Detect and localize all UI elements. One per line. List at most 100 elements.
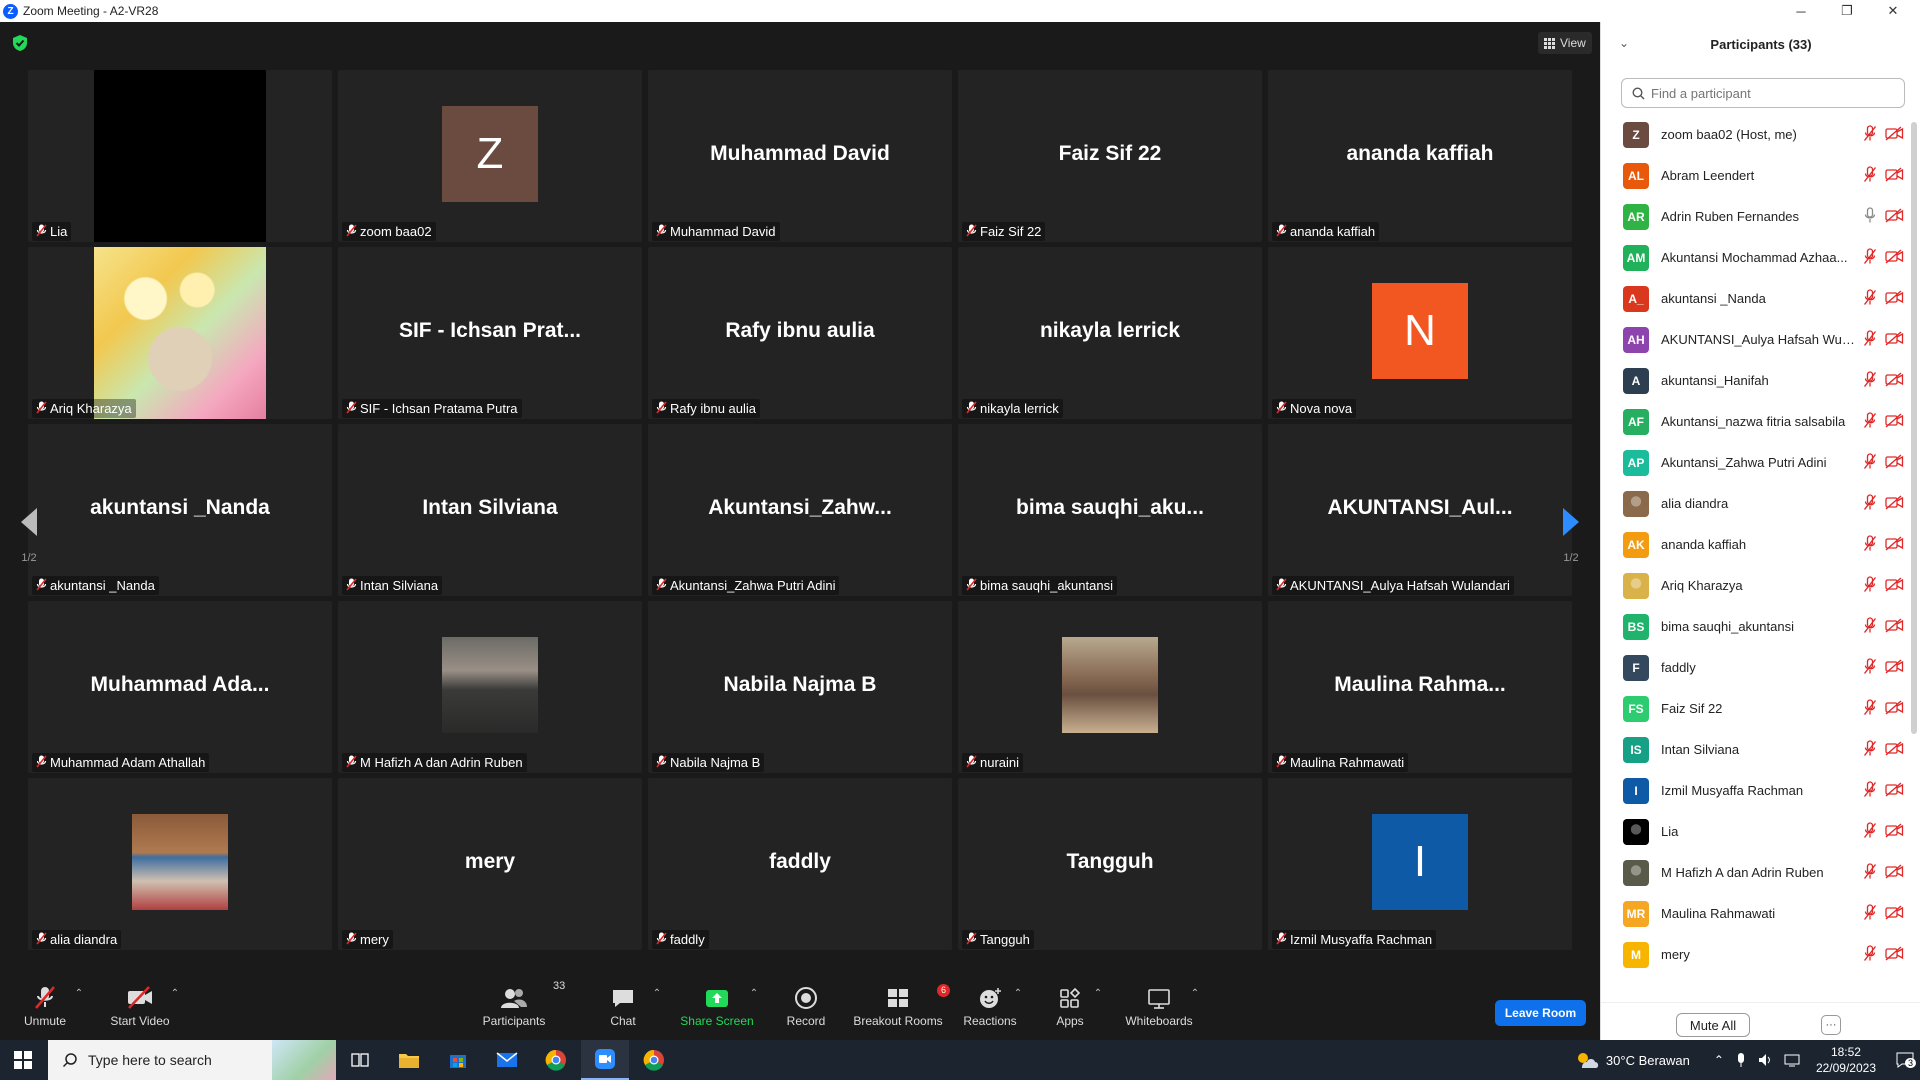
previous-page-button[interactable]: 1/2 [4, 486, 54, 582]
chrome-button[interactable] [532, 1040, 580, 1080]
mic-muted-icon[interactable] [1863, 863, 1877, 885]
video-tile[interactable]: Muhammad David Muhammad David [648, 70, 952, 242]
video-tile[interactable]: mery mery [338, 778, 642, 950]
video-tile[interactable]: Maulina Rahma... Maulina Rahmawati [1268, 601, 1572, 773]
start-video-button[interactable]: Start Video [105, 980, 175, 1040]
notifications-button[interactable]: 3 [1890, 1040, 1920, 1080]
video-tile[interactable]: akuntansi _Nanda akuntansi _Nanda [28, 424, 332, 596]
participant-row[interactable]: Lia [1601, 811, 1913, 852]
mic-muted-icon[interactable] [1863, 658, 1877, 680]
share-options-caret[interactable]: ⌃ [747, 980, 761, 1040]
collapse-panel-icon[interactable]: ⌄ [1619, 36, 1629, 50]
video-off-icon[interactable] [1885, 905, 1904, 925]
video-tile[interactable]: Akuntansi_Zahw... Akuntansi_Zahwa Putri A… [648, 424, 952, 596]
participant-row[interactable]: AM Akuntansi Mochammad Azhaa... [1601, 237, 1913, 278]
chat-options-caret[interactable]: ⌃ [650, 980, 664, 1040]
participant-row[interactable]: M Hafizh A dan Adrin Ruben [1601, 852, 1913, 893]
security-shield-icon[interactable] [12, 34, 28, 52]
video-off-icon[interactable] [1885, 454, 1904, 474]
apps-button[interactable]: Apps [1050, 980, 1090, 1040]
task-view-button[interactable] [336, 1040, 384, 1080]
video-tile[interactable]: nikayla lerrick nikayla lerrick [958, 247, 1262, 419]
mute-all-button[interactable]: Mute All [1676, 1013, 1750, 1037]
participant-row[interactable]: Zzoom baa02 (Host, me) [1601, 114, 1913, 155]
video-tile[interactable]: Lia [28, 70, 332, 242]
file-explorer-button[interactable] [385, 1040, 433, 1080]
video-off-icon[interactable] [1885, 946, 1904, 966]
video-tile[interactable]: Tangguh Tangguh [958, 778, 1262, 950]
mic-muted-icon[interactable] [1863, 617, 1877, 639]
participant-row[interactable]: AF Akuntansi_nazwa fitria salsabila [1601, 401, 1913, 442]
microphone-icon[interactable] [1736, 1052, 1746, 1068]
mic-muted-icon[interactable] [1863, 453, 1877, 475]
video-tile[interactable]: Rafy ibnu aulia Rafy ibnu aulia [648, 247, 952, 419]
mic-muted-icon[interactable] [1863, 125, 1877, 147]
participant-row[interactable]: Aakuntansi_Hanifah [1601, 360, 1913, 401]
mic-muted-icon[interactable] [1863, 945, 1877, 967]
maximize-button[interactable]: ❐ [1824, 0, 1870, 22]
video-tile[interactable]: Ariq Kharazya [28, 247, 332, 419]
participant-row[interactable]: AP Akuntansi_Zahwa Putri Adini [1601, 442, 1913, 483]
participant-row[interactable]: AL Abram Leendert [1601, 155, 1913, 196]
unmute-button[interactable]: Unmute [20, 980, 70, 1040]
mail-button[interactable] [483, 1040, 531, 1080]
participant-row[interactable]: A_ akuntansi _Nanda [1601, 278, 1913, 319]
video-tile[interactable]: ananda kaffiah ananda kaffiah [1268, 70, 1572, 242]
video-tile[interactable]: faddly faddly [648, 778, 952, 950]
video-off-icon[interactable] [1885, 126, 1904, 146]
close-button[interactable]: ✕ [1870, 0, 1916, 22]
mic-muted-icon[interactable] [1863, 166, 1877, 188]
chat-button[interactable]: Chat [605, 980, 641, 1040]
participant-row[interactable]: BS bima sauqhi_akuntansi [1601, 606, 1913, 647]
chrome-profile-button[interactable] [630, 1040, 678, 1080]
participant-row[interactable]: AK ananda kaffiah [1601, 524, 1913, 565]
video-off-icon[interactable] [1885, 618, 1904, 638]
video-tile[interactable]: alia diandra [28, 778, 332, 950]
video-off-icon[interactable] [1885, 208, 1904, 228]
video-tile[interactable]: SIF - Ichsan Prat... SIF - Ichsan Pratama… [338, 247, 642, 419]
video-off-icon[interactable] [1885, 823, 1904, 843]
participant-search-input[interactable] [1651, 85, 1891, 101]
video-off-icon[interactable] [1885, 413, 1904, 433]
video-tile[interactable]: Nabila Najma B Nabila Najma B [648, 601, 952, 773]
reactions-options-caret[interactable]: ⌃ [1011, 980, 1025, 1040]
video-off-icon[interactable] [1885, 331, 1904, 351]
video-tile[interactable]: Intan Silviana Intan Silviana [338, 424, 642, 596]
participant-row[interactable]: IS Intan Silviana [1601, 729, 1913, 770]
video-off-icon[interactable] [1885, 290, 1904, 310]
participant-row[interactable]: AR Adrin Ruben Fernandes [1601, 196, 1913, 237]
video-off-icon[interactable] [1885, 741, 1904, 761]
start-button[interactable] [0, 1040, 46, 1080]
video-off-icon[interactable] [1885, 249, 1904, 269]
participant-list-scrollbar[interactable] [1911, 122, 1917, 734]
mic-muted-icon[interactable] [1863, 535, 1877, 557]
participant-row[interactable]: Ffaddly [1601, 647, 1913, 688]
mic-muted-icon[interactable] [1863, 781, 1877, 803]
whiteboards-button[interactable]: Whiteboards [1124, 980, 1194, 1040]
breakout-rooms-button[interactable]: 6 Breakout Rooms [852, 980, 951, 1040]
apps-options-caret[interactable]: ⌃ [1091, 980, 1105, 1040]
store-button[interactable] [434, 1040, 482, 1080]
video-off-icon[interactable] [1885, 700, 1904, 720]
participant-row[interactable]: FS Faiz Sif 22 [1601, 688, 1913, 729]
video-tile[interactable]: AKUNTANSI_Aul... AKUNTANSI_Aulya Hafsah W… [1268, 424, 1572, 596]
video-off-icon[interactable] [1885, 864, 1904, 884]
speaker-icon[interactable] [1758, 1052, 1774, 1068]
mic-icon[interactable] [1863, 207, 1877, 229]
video-tile[interactable]: Zzoom baa02 [338, 70, 642, 242]
mic-muted-icon[interactable] [1863, 248, 1877, 270]
video-tile[interactable]: nuraini [958, 601, 1262, 773]
video-off-icon[interactable] [1885, 167, 1904, 187]
network-icon[interactable] [1784, 1052, 1800, 1068]
video-tile[interactable]: bima sauqhi_aku... bima sauqhi_akuntansi [958, 424, 1262, 596]
video-off-icon[interactable] [1885, 782, 1904, 802]
participant-row[interactable]: Ariq Kharazya [1601, 565, 1913, 606]
mic-muted-icon[interactable] [1863, 740, 1877, 762]
participant-search-box[interactable] [1621, 78, 1905, 108]
video-off-icon[interactable] [1885, 495, 1904, 515]
mic-muted-icon[interactable] [1863, 412, 1877, 434]
video-options-caret[interactable]: ⌃ [168, 980, 182, 1040]
audio-options-caret[interactable]: ⌃ [72, 980, 86, 1040]
mic-muted-icon[interactable] [1863, 289, 1877, 311]
video-tile[interactable]: N Nova nova [1268, 247, 1572, 419]
